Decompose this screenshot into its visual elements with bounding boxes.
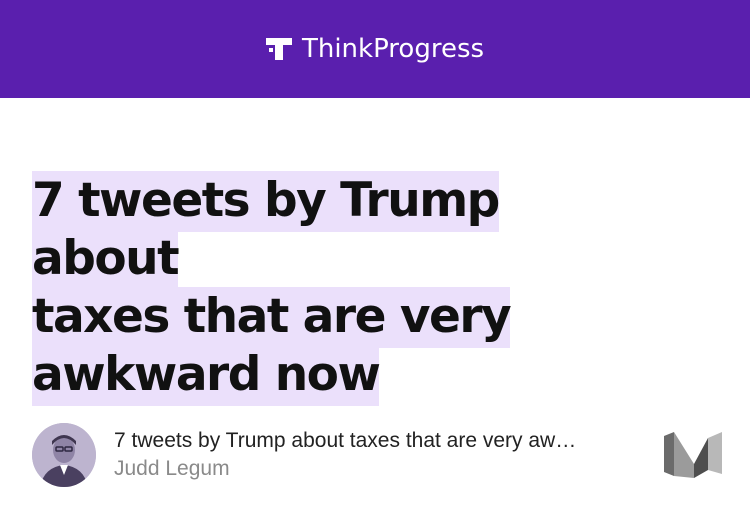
author-avatar — [32, 423, 96, 487]
site-header: ThinkProgress — [0, 0, 750, 98]
card-text: 7 tweets by Trump about taxes that are v… — [114, 427, 644, 483]
headline-container: 7 tweets by Trump about taxes that are v… — [32, 171, 652, 406]
headline-line-3: awkward now — [32, 345, 381, 406]
thinkprogress-t-icon — [265, 38, 292, 60]
card-author: Judd Legum — [114, 457, 230, 480]
article-headline: 7 tweets by Trump about taxes that are v… — [32, 171, 652, 406]
brand-link[interactable]: ThinkProgress — [265, 34, 485, 64]
headline-line-1: 7 tweets by Trump about — [32, 171, 500, 290]
author-photo-icon — [32, 423, 96, 487]
brand-name: ThinkProgress — [301, 34, 485, 64]
medium-logo-icon — [664, 432, 722, 478]
headline-line-2: taxes that are very — [32, 287, 512, 348]
card-title: 7 tweets by Trump about taxes that are v… — [114, 429, 577, 452]
article-link-card[interactable]: 7 tweets by Trump about taxes that are v… — [32, 420, 722, 490]
